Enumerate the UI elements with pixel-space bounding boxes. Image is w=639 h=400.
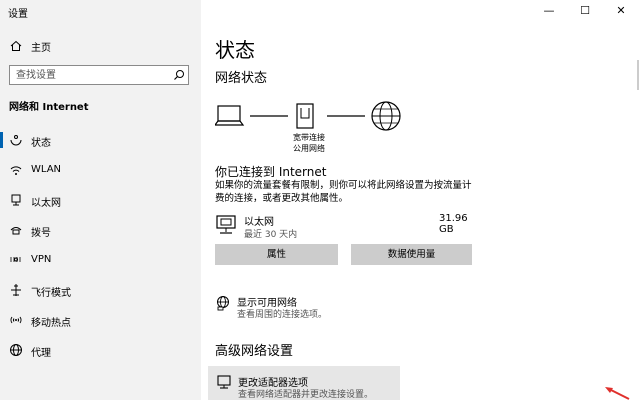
sidebar-item-label: 代理	[31, 348, 51, 359]
sidebar: 设置 主页 网络和 Internet 状态 WLAN	[0, 0, 201, 400]
ethernet-name: 以太网	[244, 217, 274, 228]
sidebar-item-label: 以太网	[31, 198, 61, 209]
ethernet-icon	[11, 194, 21, 206]
change-adapter-options[interactable]: 更改适配器选项 查看网络适配器并更改连接设置。	[208, 366, 400, 400]
home-icon	[10, 40, 22, 51]
status-icon	[10, 135, 22, 146]
vpn-icon	[10, 257, 21, 262]
sidebar-item-status[interactable]: 状态	[0, 129, 201, 151]
sidebar-item-hotspot[interactable]: 移动热点	[0, 309, 201, 331]
sidebar-item-label: 拨号	[31, 228, 51, 239]
main-content: — ☐ ✕ 状态 网络状态 宽带连接 公用网络 你已连接到 Internet 如…	[201, 0, 639, 400]
sidebar-item-wlan[interactable]: WLAN	[0, 159, 201, 181]
network-status-heading: 网络状态	[215, 71, 268, 86]
red-arrow-annotation	[605, 387, 630, 400]
wifi-icon	[10, 166, 22, 175]
show-networks-link[interactable]: 显示可用网络 查看周围的连接选项。	[215, 293, 475, 323]
laptop-icon	[215, 105, 245, 126]
properties-button[interactable]: 属性	[215, 244, 338, 265]
minimize-button[interactable]: —	[531, 0, 567, 22]
hotspot-icon	[10, 316, 22, 324]
advanced-settings-heading: 高级网络设置	[215, 344, 294, 359]
sidebar-item-label: VPN	[31, 254, 52, 265]
app-title: 设置	[8, 9, 28, 20]
sidebar-item-vpn[interactable]: VPN	[0, 249, 201, 271]
ethernet-period: 最近 30 天内	[244, 230, 298, 240]
sidebar-item-label: 飞行模式	[31, 288, 71, 299]
search-icon[interactable]	[173, 69, 185, 81]
maximize-button[interactable]: ☐	[567, 0, 603, 22]
connected-description: 如果你的流量套餐有限制，则你可以将此网络设置为按流量计费的连接，或者更改其他属性…	[215, 180, 472, 204]
sidebar-item-label: 移动热点	[31, 318, 71, 329]
show-networks-subtitle: 查看周围的连接选项。	[237, 310, 328, 320]
network-globe-icon	[217, 296, 229, 311]
ethernet-usage: 31.96 GB	[439, 213, 468, 235]
sidebar-item-ethernet[interactable]: 以太网	[0, 189, 201, 211]
ethernet-icon	[216, 215, 236, 234]
airplane-icon	[11, 284, 21, 296]
connected-title: 你已连接到 Internet	[215, 165, 327, 179]
page-title: 状态	[215, 38, 255, 62]
adapter-icon	[217, 375, 231, 389]
sidebar-item-label: 状态	[31, 138, 51, 149]
sidebar-item-label: WLAN	[31, 164, 62, 175]
dialup-icon	[10, 227, 22, 235]
connection-type-label: 宽带连接 公用网络	[293, 133, 325, 153]
globe-icon	[371, 101, 401, 131]
close-button[interactable]: ✕	[603, 0, 639, 22]
sidebar-item-airplane[interactable]: 飞行模式	[0, 279, 201, 301]
change-adapter-subtitle: 查看网络适配器并更改连接设置。	[238, 390, 374, 400]
sidebar-item-proxy[interactable]: 代理	[0, 339, 201, 361]
search-input[interactable]	[10, 66, 170, 84]
sidebar-item-dialup[interactable]: 拨号	[0, 219, 201, 241]
router-icon	[296, 103, 314, 129]
ethernet-usage-row: 以太网 最近 30 天内 31.96 GB	[215, 212, 475, 240]
sidebar-item-home[interactable]: 主页	[0, 37, 201, 55]
sidebar-section-heading: 网络和 Internet	[9, 102, 89, 113]
data-usage-button[interactable]: 数据使用量	[351, 244, 472, 265]
window-controls: — ☐ ✕	[531, 0, 639, 22]
sidebar-item-label: 主页	[31, 43, 51, 54]
search-box[interactable]	[9, 65, 189, 85]
globe-icon	[10, 344, 22, 356]
